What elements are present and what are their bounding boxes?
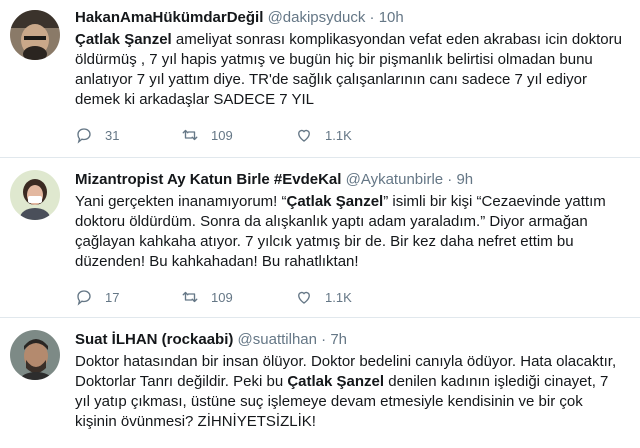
mention-bold: Çatlak Şanzel [75,31,172,48]
separator: · [369,9,375,26]
mention-bold: Çatlak Şanzel [286,193,384,210]
like-count: 1.1K [325,289,352,305]
reply-count: 17 [105,289,120,305]
tweet-text: Yani gerçekten inanamıyorum! “Çatlak Şan… [75,192,626,272]
display-name[interactable]: HakanAmaHükümdarDeğil [75,9,263,26]
tweet-text: Doktor hatasından bir insan ölüyor. Dokt… [75,352,626,432]
reply-icon [77,128,91,144]
reply-count: 31 [105,127,120,143]
timestamp[interactable]: 10h [379,9,404,26]
retweet-count: 109 [211,127,233,143]
tweet-header: Mizantropist Ay Katun Birle #EvdeKal @Ay… [75,170,626,190]
like-button[interactable]: 1.1K [295,286,352,308]
timestamp[interactable]: 7h [330,331,347,348]
like-count: 1.1K [325,127,352,143]
user-handle[interactable]: @Aykatunbirle [346,171,444,188]
retweet-count: 109 [211,289,233,305]
user-handle[interactable]: @suattilhan [238,331,317,348]
avatar[interactable] [10,330,60,380]
display-name[interactable]: Mizantropist Ay Katun Birle #EvdeKal [75,171,341,188]
tweet-1[interactable]: HakanAmaHükümdarDeğil @dakipsyduck · 10h… [0,0,640,158]
retweet-button[interactable]: 109 [181,286,233,308]
reply-button[interactable]: 17 [75,286,119,308]
tweet-header: Suat İLHAN (rockaabi) @suattilhan · 7h [75,330,626,350]
retweet-button[interactable]: 109 [181,124,233,146]
retweet-icon [182,129,198,141]
user-handle[interactable]: @dakipsyduck [268,9,366,26]
display-name[interactable]: Suat İLHAN (rockaabi) [75,331,233,348]
reply-button[interactable]: 31 [75,124,119,146]
mention-bold: Çatlak Şanzel [287,373,385,390]
tweet-header: HakanAmaHükümdarDeğil @dakipsyduck · 10h [75,8,626,28]
separator: · [321,331,327,348]
tweet-2[interactable]: Mizantropist Ay Katun Birle #EvdeKal @Ay… [0,158,640,318]
like-button[interactable]: 1.1K [295,124,352,146]
like-icon [298,291,310,304]
tweet-feed: HakanAmaHükümdarDeğil @dakipsyduck · 10h… [0,0,640,448]
tweet-text: Çatlak Şanzel ameliyat sonrası komplikas… [75,30,626,110]
like-icon [298,129,310,142]
tweet-3[interactable]: Suat İLHAN (rockaabi) @suattilhan · 7h D… [0,318,640,448]
reply-icon [77,290,91,306]
tweet-text-lead: Yani gerçekten inanamıyorum! “ [75,193,287,210]
avatar[interactable] [10,10,60,60]
retweet-icon [182,291,198,303]
separator: · [447,171,453,188]
avatar[interactable] [10,170,60,220]
timestamp[interactable]: 9h [456,171,473,188]
